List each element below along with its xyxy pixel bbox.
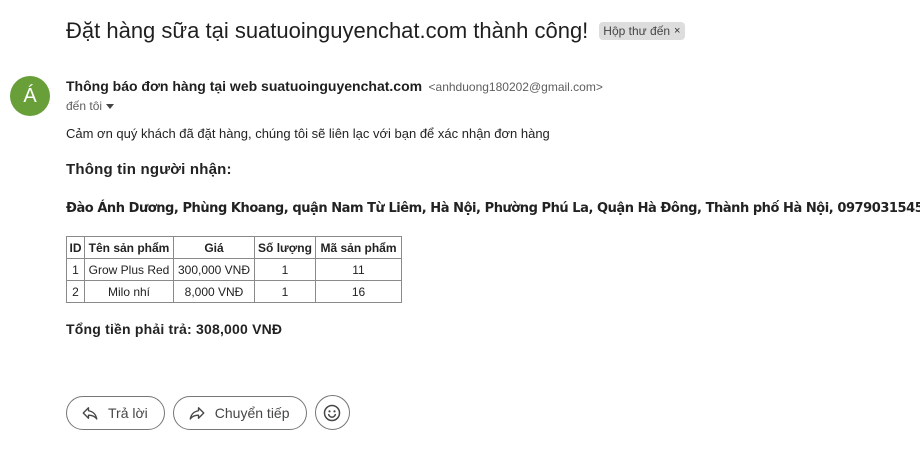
- cell-id: 2: [66, 280, 85, 303]
- cell-quantity: 1: [254, 280, 316, 303]
- cell-quantity: 1: [254, 258, 316, 281]
- emoji-icon: [322, 403, 342, 423]
- cell-product-name: Milo nhí: [84, 280, 174, 303]
- avatar[interactable]: Á: [10, 76, 50, 116]
- table-header-row: ID Tên sản phẩm Giá Số lượng Mã sản phẩm: [66, 236, 402, 259]
- order-table: ID Tên sản phẩm Giá Số lượng Mã sản phẩm…: [66, 236, 402, 303]
- cell-id: 1: [66, 258, 85, 281]
- reply-button[interactable]: Trả lời: [66, 395, 165, 430]
- forward-label: Chuyển tiếp: [214, 404, 290, 421]
- table-row: 1 Grow Plus Red 300,000 VNĐ 1 11: [66, 258, 402, 281]
- chevron-down-icon[interactable]: [106, 103, 115, 109]
- inbox-label-text: Hộp thư đến: [603, 24, 671, 38]
- sender-row: Thông báo đơn hàng tại web suatuoinguyen…: [66, 78, 603, 96]
- reply-icon: [81, 404, 99, 422]
- inbox-label-chip[interactable]: Hộp thư đến ×: [599, 22, 686, 40]
- forward-button[interactable]: Chuyển tiếp: [172, 395, 307, 430]
- header-product-code: Mã sản phẩm: [315, 236, 402, 259]
- cell-price: 8,000 VNĐ: [173, 280, 255, 303]
- cell-product-code: 11: [315, 258, 402, 281]
- forward-icon: [188, 404, 206, 422]
- remove-label-icon[interactable]: ×: [674, 22, 680, 40]
- header-product-name: Tên sản phẩm: [84, 236, 174, 259]
- header-price: Giá: [173, 236, 255, 259]
- sender-name[interactable]: Thông báo đơn hàng tại web suatuoinguyen…: [66, 78, 422, 94]
- message-actions: Trả lời Chuyển tiếp: [66, 395, 350, 430]
- recipient-heading: Thông tin người nhận:: [66, 161, 232, 178]
- table-row: 2 Milo nhí 8,000 VNĐ 1 16: [66, 280, 402, 303]
- cell-product-code: 16: [315, 280, 402, 303]
- sender-email: <anhduong180202@gmail.com>: [428, 80, 603, 94]
- header-quantity: Số lượng: [254, 236, 316, 259]
- order-total: Tổng tiền phải trả: 308,000 VNĐ: [66, 321, 283, 337]
- to-text: đến tôi: [66, 99, 103, 113]
- cell-product-name: Grow Plus Red: [84, 258, 174, 281]
- avatar-letter: Á: [23, 84, 37, 107]
- reply-label: Trả lời: [108, 404, 148, 421]
- emoji-reaction-button[interactable]: [314, 395, 350, 430]
- recipient-address: Đào Ánh Dương, Phùng Khoang, quận Nam Từ…: [66, 201, 920, 216]
- cell-price: 300,000 VNĐ: [173, 258, 255, 281]
- subject-row: Đặt hàng sữa tại suatuoinguyenchat.com t…: [66, 18, 686, 44]
- intro-text: Cảm ơn quý khách đã đặt hàng, chúng tôi …: [66, 126, 550, 141]
- email-subject: Đặt hàng sữa tại suatuoinguyenchat.com t…: [66, 18, 589, 43]
- header-id: ID: [66, 236, 85, 259]
- recipient-details-toggle[interactable]: đến tôi: [66, 99, 115, 113]
